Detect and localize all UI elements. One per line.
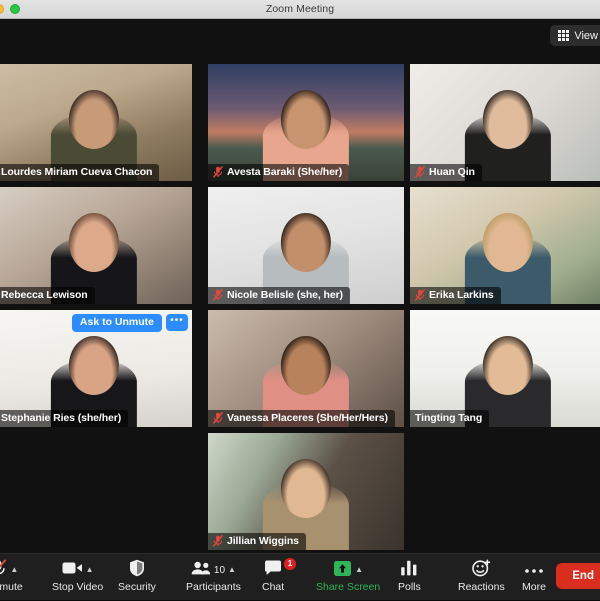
participants-icon (191, 561, 211, 580)
toolbar-item-label: Stop Video (52, 582, 103, 593)
maximize-button[interactable] (10, 4, 20, 14)
participant-head (483, 336, 533, 395)
participant-head (281, 336, 331, 395)
toolbar-item-label: Polls (398, 582, 421, 593)
participant-name-badge: Rebecca Lewison (0, 287, 95, 304)
toolbar-item-label: Participants (186, 582, 241, 593)
participant-name-badge: Erika Larkins (410, 287, 501, 304)
share-screen-icon (333, 560, 352, 582)
shield-icon (129, 559, 145, 582)
video-tile[interactable]: Lourdes Miriam Cueva Chacon (0, 64, 192, 181)
chevron-up-icon[interactable]: ▲ (355, 566, 363, 574)
chevron-up-icon[interactable]: ▲ (228, 566, 236, 574)
participant-head (281, 459, 331, 518)
view-button[interactable]: View (550, 25, 600, 46)
toolbar-item-label: Security (118, 582, 156, 593)
participant-head (281, 213, 331, 272)
toolbar-item-share-screen[interactable]: ▲ Share Screen (316, 554, 380, 601)
participant-head (69, 213, 119, 272)
video-tile[interactable]: Vanessa Placeres (She/Her/Hers) (208, 310, 404, 427)
video-tile[interactable]: Nicole Belisle (she, her) (208, 187, 404, 304)
window-titlebar: Zoom Meeting (0, 0, 600, 19)
participant-head (69, 90, 119, 149)
participants-count: 10 (214, 565, 225, 576)
video-tile[interactable]: Jillian Wiggins (208, 433, 404, 550)
video-gallery: Lourdes Miriam Cueva Chacon Avesta Barak… (0, 60, 600, 553)
ask-to-unmute-button[interactable]: Ask to Unmute (72, 314, 162, 332)
toolbar-item-participants[interactable]: 10▲ Participants (186, 554, 241, 601)
mic-muted-icon (213, 289, 223, 301)
toolbar-item-more[interactable]: More (522, 554, 546, 601)
participant-name-badge: Lourdes Miriam Cueva Chacon (0, 164, 159, 181)
participant-name: Nicole Belisle (she, her) (227, 289, 343, 301)
end-meeting-button[interactable]: End (556, 563, 600, 589)
toolbar-item-polls[interactable]: Polls (398, 554, 421, 601)
toolbar-item-chat[interactable]: Chat1 (262, 554, 284, 601)
toolbar-item-stop-video[interactable]: ▲ Stop Video (52, 554, 103, 601)
video-tile[interactable]: Huan Qin (410, 64, 600, 181)
toolbar-item-label: Unmute (0, 582, 23, 593)
mic-muted-icon (415, 289, 425, 301)
meeting-stage: View Lourdes Miriam Cueva Chacon Avesta … (0, 19, 600, 553)
tile-controls: Ask to Unmute••• (72, 314, 188, 332)
unread-badge: 1 (284, 558, 296, 570)
video-tile[interactable]: Rebecca Lewison (0, 187, 192, 304)
participant-head (281, 90, 331, 149)
participant-head (69, 336, 119, 395)
mic-muted-icon (213, 412, 223, 424)
chevron-up-icon[interactable]: ▲ (10, 566, 18, 574)
video-icon (62, 561, 83, 580)
participant-name-badge: Huan Qin (410, 164, 482, 181)
toolbar-item-label: Chat (262, 582, 284, 593)
participant-name: Rebecca Lewison (1, 289, 88, 301)
toolbar-item-security[interactable]: Security (118, 554, 156, 601)
participant-name-badge: Nicole Belisle (she, her) (208, 287, 350, 304)
chat-icon (264, 560, 282, 581)
meeting-toolbar: More Reactions Polls ▲Share Screen Chat1 (0, 553, 600, 600)
participant-name-badge: Jillian Wiggins (208, 533, 306, 550)
participant-head (483, 213, 533, 272)
participant-name-badge: Stephanie Ries (she/her) (0, 410, 128, 427)
tile-more-options-button[interactable]: ••• (166, 314, 188, 331)
mic-muted-icon (213, 535, 223, 547)
participant-name: Lourdes Miriam Cueva Chacon (1, 166, 152, 178)
video-tile[interactable]: Avesta Baraki (She/her) (208, 64, 404, 181)
participant-name-badge: Vanessa Placeres (She/Her/Hers) (208, 410, 395, 427)
participant-name-badge: Avesta Baraki (She/her) (208, 164, 349, 181)
toolbar-item-label: Share Screen (316, 582, 380, 593)
toolbar-item-label: Reactions (458, 582, 505, 593)
view-button-label: View (574, 30, 598, 42)
video-tile[interactable]: Stephanie Ries (she/her) Ask to Unmute••• (0, 310, 192, 427)
participant-name: Vanessa Placeres (She/Her/Hers) (227, 412, 388, 424)
participant-name: Avesta Baraki (She/her) (227, 166, 342, 178)
participant-name: Erika Larkins (429, 289, 494, 301)
participant-name: Jillian Wiggins (227, 535, 299, 547)
polls-icon (400, 560, 418, 581)
chevron-up-icon[interactable]: ▲ (86, 566, 94, 574)
video-tile[interactable]: Erika Larkins (410, 187, 600, 304)
reactions-icon (472, 559, 491, 582)
participant-name: Stephanie Ries (she/her) (1, 412, 121, 424)
mic-muted-icon (213, 166, 223, 178)
toolbar-item-label: More (522, 582, 546, 593)
window-title: Zoom Meeting (266, 3, 334, 15)
mic-muted-icon (415, 166, 425, 178)
more-icon (524, 562, 544, 580)
window-traffic-lights (0, 4, 20, 14)
participant-name: Huan Qin (429, 166, 475, 178)
mic-muted-icon (0, 559, 7, 583)
grid-icon (558, 30, 569, 41)
participant-head (483, 90, 533, 149)
participant-name-badge: Tingting Tang (410, 410, 489, 427)
toolbar-item-unmute[interactable]: ▲ Unmute (0, 554, 23, 601)
video-tile[interactable]: Tingting Tang (410, 310, 600, 427)
toolbar-item-reactions[interactable]: Reactions (458, 554, 505, 601)
minimize-button[interactable] (0, 4, 4, 14)
participant-name: Tingting Tang (415, 412, 482, 424)
